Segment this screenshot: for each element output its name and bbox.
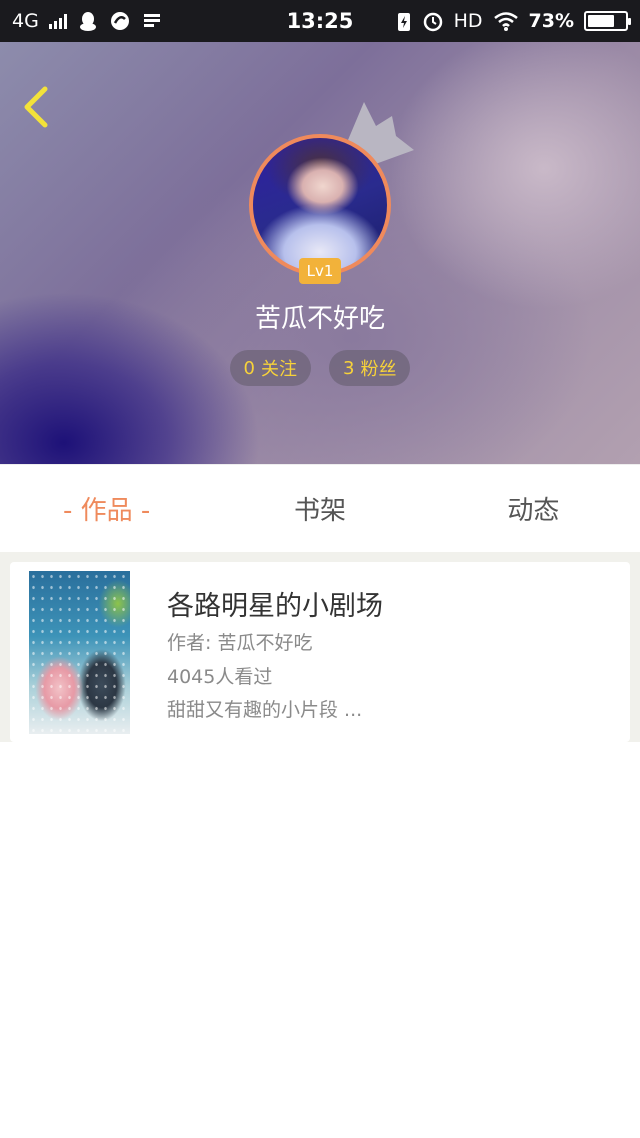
chevron-left-icon bbox=[24, 86, 48, 128]
status-bar: 4G 13:25 HD 73% bbox=[0, 0, 640, 42]
stats-row: 0 关注 3 粉丝 bbox=[0, 350, 640, 386]
list-item[interactable]: 各路明星的小剧场 作者: 苦瓜不好吃 4045人看过 甜甜又有趣的小片段 ... bbox=[10, 562, 630, 742]
tab-bookshelf[interactable]: 书架 bbox=[213, 465, 426, 552]
book-author: 作者: 苦瓜不好吃 bbox=[167, 632, 313, 654]
charging-icon bbox=[397, 13, 410, 31]
tab-activity[interactable]: 动态 bbox=[427, 465, 640, 552]
book-title: 各路明星的小剧场 bbox=[167, 591, 383, 622]
network-label: 4G bbox=[12, 10, 39, 32]
tab-bar: - 作品 - 书架 动态 bbox=[0, 464, 640, 552]
following-button[interactable]: 0 关注 bbox=[229, 350, 311, 386]
level-badge: Lv1 bbox=[299, 258, 341, 284]
qq-icon bbox=[79, 12, 96, 31]
back-button[interactable] bbox=[18, 82, 54, 132]
followers-button[interactable]: 3 粉丝 bbox=[329, 350, 411, 386]
battery-percent: 73% bbox=[528, 10, 574, 32]
wifi-icon bbox=[493, 12, 518, 31]
works-list: 各路明星的小剧场 作者: 苦瓜不好吃 4045人看过 甜甜又有趣的小片段 ... bbox=[0, 552, 640, 742]
username: 苦瓜不好吃 bbox=[254, 304, 385, 334]
book-cover bbox=[29, 571, 130, 734]
followers-label: 粉丝 bbox=[360, 359, 397, 380]
battery-fill bbox=[588, 15, 615, 27]
book-views: 4045人看过 bbox=[167, 666, 273, 688]
tab-works[interactable]: - 作品 - bbox=[0, 465, 213, 552]
data-icon bbox=[143, 14, 160, 27]
followers-count: 3 bbox=[343, 357, 355, 379]
profile-header: Lv1 苦瓜不好吃 0 关注 3 粉丝 bbox=[0, 42, 640, 464]
signal-icon bbox=[48, 13, 67, 29]
avatar[interactable] bbox=[249, 134, 391, 276]
status-right: HD 73% bbox=[396, 10, 631, 32]
following-count: 0 bbox=[243, 357, 255, 379]
battery-icon bbox=[584, 11, 631, 31]
browser-icon bbox=[110, 12, 129, 30]
alarm-icon bbox=[423, 12, 442, 32]
following-label: 关注 bbox=[261, 359, 297, 380]
status-left: 4G bbox=[12, 10, 163, 32]
book-description: 甜甜又有趣的小片段 ... bbox=[167, 699, 363, 721]
hd-label: HD bbox=[453, 10, 483, 32]
